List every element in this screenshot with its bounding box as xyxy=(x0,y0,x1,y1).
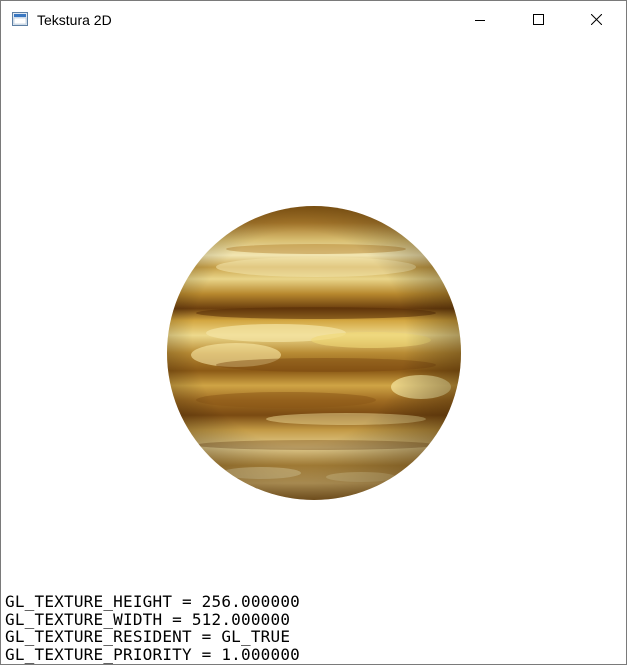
maximize-icon xyxy=(532,14,544,25)
gl-texture-resident: GL_TEXTURE_RESIDENT = GL_TRUE xyxy=(5,627,291,646)
gl-texture-info: GL_TEXTURE_HEIGHT = 256.000000 GL_TEXTUR… xyxy=(5,593,300,663)
window-app-icon[interactable] xyxy=(12,12,28,26)
minimize-icon xyxy=(475,19,485,21)
minimize-button[interactable] xyxy=(451,1,509,38)
close-icon xyxy=(590,14,602,25)
gl-texture-priority: GL_TEXTURE_PRIORITY = 1.000000 xyxy=(5,644,300,664)
opengl-canvas[interactable]: GL_TEXTURE_HEIGHT = 256.000000 GL_TEXTUR… xyxy=(1,38,626,664)
gl-texture-height: GL_TEXTURE_HEIGHT = 256.000000 xyxy=(5,592,300,611)
gl-texture-width: GL_TEXTURE_WIDTH = 512.000000 xyxy=(5,609,291,629)
app-window: Tekstura 2D GL_TEXTURE_HEIGHT = 256.0000… xyxy=(0,0,627,665)
title-bar[interactable]: Tekstura 2D xyxy=(1,1,626,38)
textured-sphere xyxy=(167,206,461,500)
maximize-button[interactable] xyxy=(509,1,567,38)
close-button[interactable] xyxy=(567,1,625,38)
window-title: Tekstura 2D xyxy=(37,12,112,28)
